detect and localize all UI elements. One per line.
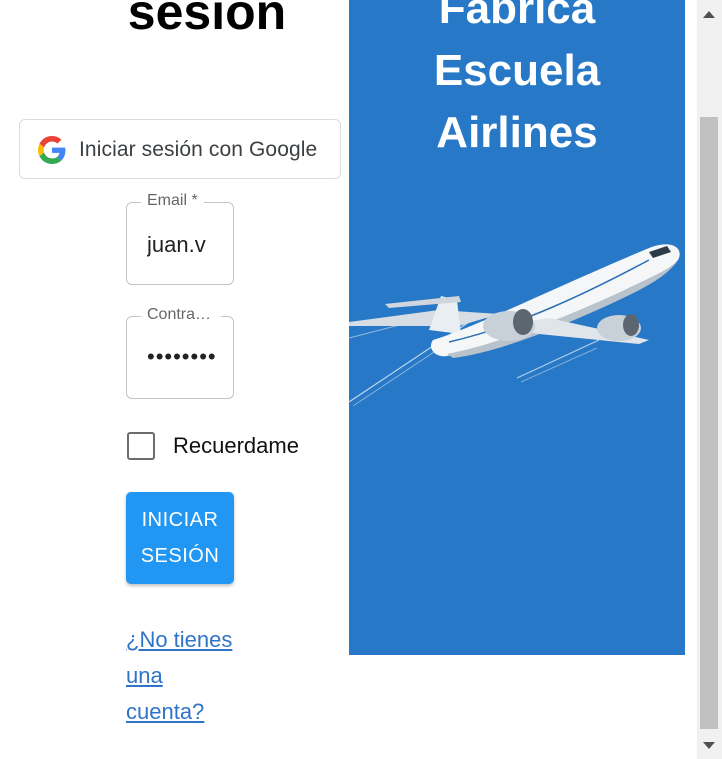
hero-title-line: Escuela <box>433 46 601 95</box>
hero-title-line: Fabrica <box>438 0 596 33</box>
scrollbar-thumb[interactable] <box>700 117 718 729</box>
hero-panel: Fabrica Escuela Airlines <box>349 0 685 655</box>
email-field[interactable]: Email * juan.v <box>126 192 234 285</box>
password-label: Contraseña * <box>141 306 221 324</box>
signup-link[interactable]: ¿No tienes una cuenta? <box>126 622 236 730</box>
password-field[interactable]: Contraseña * •••••••• <box>126 306 234 399</box>
google-signin-button[interactable]: Iniciar sesión con Google <box>19 119 341 179</box>
email-input[interactable]: juan.v <box>147 232 215 258</box>
hero-title-line: Airlines <box>436 108 598 157</box>
remember-checkbox[interactable] <box>127 432 155 460</box>
scroll-down-arrow-icon[interactable] <box>703 742 715 749</box>
remember-label: Recuerdame <box>173 433 299 458</box>
password-input[interactable]: •••••••• <box>147 344 215 370</box>
remember-me[interactable]: Recuerdame <box>127 432 299 460</box>
login-button[interactable]: INICIAR SESIÓN <box>126 492 234 584</box>
google-g-icon <box>38 136 66 164</box>
scroll-up-arrow-icon[interactable] <box>703 11 715 18</box>
email-label: Email * <box>141 192 204 210</box>
airplane-image <box>349 244 680 407</box>
vertical-scrollbar[interactable] <box>697 0 722 759</box>
hero-title: Fabrica Escuela Airlines <box>349 0 685 164</box>
google-signin-label: Iniciar sesión con Google <box>79 138 318 161</box>
